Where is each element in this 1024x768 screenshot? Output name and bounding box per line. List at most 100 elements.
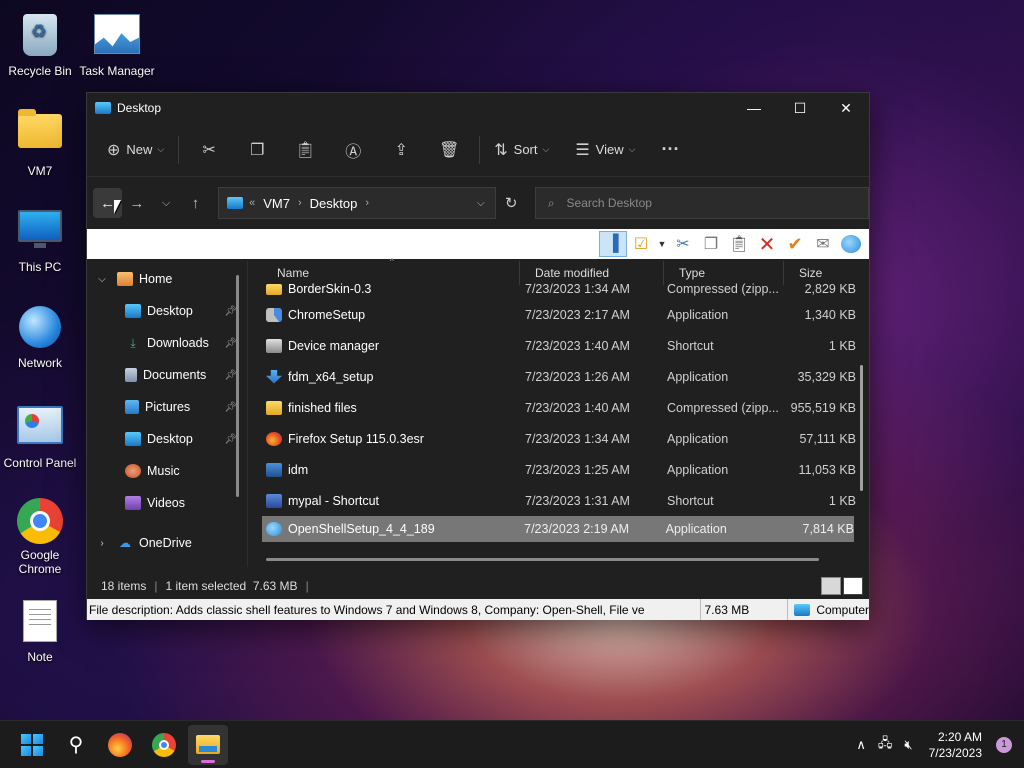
file-size-info: 7.63 MB (701, 599, 789, 620)
select-button[interactable]: ☑ (627, 231, 655, 257)
desktop-icon-control-panel[interactable]: Control Panel (0, 400, 80, 470)
details-view-button[interactable] (821, 577, 841, 595)
nav-item-label: Pictures (145, 400, 191, 414)
network-icon[interactable]: 🖧︎ (878, 734, 893, 756)
dropdown-button[interactable]: ▼ (655, 231, 669, 257)
nav-item-music[interactable]: Music (87, 455, 247, 487)
recent-locations-button[interactable]: ⌵ (152, 188, 181, 218)
desktop-folder-icon (125, 432, 141, 446)
new-button[interactable]: ⊕ New ⌵ (99, 133, 172, 167)
cut-button[interactable]: ✂ (185, 133, 233, 167)
copy-button[interactable]: ❐ (697, 231, 725, 257)
column-label: Size (799, 266, 823, 280)
file-size: 35,329 KB (797, 369, 856, 384)
nav-item-onedrive[interactable]: › ☁ OneDrive (87, 527, 247, 559)
view-button[interactable]: ☰ View ⌵ (567, 133, 643, 167)
copy-button[interactable]: ❐ (233, 133, 281, 167)
divider (178, 135, 180, 164)
paste-button[interactable]: 📋︎ (281, 133, 329, 167)
maximize-button[interactable]: ☐ (777, 93, 823, 123)
nav-item-documents[interactable]: Documents 📌︎ (87, 359, 247, 391)
status-divider: | (305, 579, 309, 593)
taskbar-chrome[interactable] (144, 725, 184, 765)
cut-button[interactable]: ✂ (669, 231, 697, 257)
nav-item-desktop[interactable]: Desktop 📌︎ (87, 295, 247, 327)
table-row[interactable]: fdm_x64_setup 7/23/2023 1:26 AM Applicat… (262, 361, 869, 392)
share-button[interactable]: ⇪ (377, 133, 425, 167)
notification-badge[interactable]: 1 (996, 736, 1012, 753)
desktop-icon-network[interactable]: Network (0, 302, 80, 370)
explorer-window: Desktop — ☐ ✕ ⊕ New ⌵ ✂ ❐ 📋︎ Ⓐ ⇪ 🗑︎ ⇅ So… (86, 92, 870, 620)
desktop-icon-task-manager[interactable]: Task Manager (77, 10, 157, 78)
column-header-name[interactable]: ^ Name (262, 257, 520, 285)
close-button[interactable]: ✕ (823, 93, 869, 123)
desktop-icon-recycle-bin[interactable]: Recycle Bin (0, 10, 80, 78)
chevron-down-icon[interactable]: ⌵ (477, 198, 485, 209)
nav-item-desktop-2[interactable]: Desktop 📌︎ (87, 423, 247, 455)
vertical-scrollbar[interactable] (860, 365, 863, 491)
new-label: New (126, 142, 153, 157)
minimize-button[interactable]: — (731, 93, 777, 123)
table-row[interactable]: finished files 7/23/2023 1:40 AM Compres… (262, 392, 869, 423)
chevron-down-icon: ⌵ (162, 196, 171, 209)
navpane-scrollbar[interactable] (236, 275, 239, 497)
address-bar[interactable]: « VM7 › Desktop › ⌵ (218, 187, 496, 219)
file-date: 7/23/2023 1:34 AM (525, 431, 630, 446)
table-row[interactable]: idm 7/23/2023 1:25 AM Application 11,053… (262, 454, 869, 485)
volume-muted-icon[interactable]: 🔇︎ (904, 737, 912, 753)
file-size: 11,053 KB (798, 462, 856, 477)
refresh-button[interactable]: ↻ (496, 187, 527, 219)
breadcrumb-vm7[interactable]: VM7 (263, 196, 290, 211)
up-button[interactable]: ↑ (181, 188, 210, 218)
clock[interactable]: 2:20 AM 7/23/2023 (929, 729, 982, 761)
forward-button[interactable]: → (122, 188, 151, 218)
chevron-right-icon[interactable]: › (95, 538, 109, 549)
delete-button[interactable]: 🗑︎ (425, 133, 473, 167)
preview-pane-button[interactable]: ▐ (599, 231, 627, 257)
taskbar-search-button[interactable]: ⚲ (56, 725, 96, 765)
nav-item-pictures[interactable]: Pictures 📌︎ (87, 391, 247, 423)
nav-item-videos[interactable]: Videos (87, 487, 247, 519)
rename-button[interactable]: Ⓐ (329, 133, 377, 167)
chevron-down-icon[interactable]: ⌵ (95, 274, 109, 285)
sort-ascending-icon: ^ (390, 257, 394, 266)
table-row[interactable]: mypal - Shortcut 7/23/2023 1:31 AM Short… (262, 485, 869, 516)
chevron-down-icon: ⌵ (628, 144, 636, 154)
sort-button[interactable]: ⇅ Sort ⌵ (486, 133, 557, 167)
email-button[interactable]: ✉ (809, 231, 837, 257)
delete-button[interactable]: ✕ (753, 231, 781, 257)
desktop-icon-note[interactable]: Note (0, 596, 80, 664)
copy-icon: ❐ (703, 236, 719, 253)
nav-item-home[interactable]: ⌵ Home (87, 263, 247, 295)
file-size: 955,519 KB (790, 400, 856, 415)
title-bar[interactable]: Desktop — ☐ ✕ (87, 93, 869, 123)
taskbar-file-explorer[interactable] (188, 724, 228, 765)
desktop-icon-google-chrome[interactable]: Google Chrome (0, 496, 80, 576)
download-manager-icon (266, 369, 282, 384)
paste-button[interactable]: 📋︎ (725, 231, 753, 257)
show-hidden-icons-button[interactable]: ∧ (856, 737, 866, 753)
chevron-right-icon[interactable]: › (365, 197, 369, 209)
checkmark-icon: ✔ (787, 233, 803, 254)
file-type: Compressed (zipp... (667, 400, 779, 415)
control-panel-icon (16, 406, 64, 454)
desktop-icon-this-pc[interactable]: This PC (0, 204, 80, 274)
open-shell-button[interactable] (837, 231, 865, 257)
table-row-selected[interactable]: OpenShellSetup_4_4_189 7/23/2023 2:19 AM… (262, 516, 854, 542)
desktop-icon-vm7[interactable]: VM7 (0, 106, 80, 178)
search-input[interactable]: ⌕ Search Desktop (534, 187, 869, 219)
table-row[interactable]: Firefox Setup 115.0.3esr 7/23/2023 1:34 … (262, 423, 869, 454)
file-type: Application (667, 462, 729, 477)
start-button[interactable] (12, 725, 52, 765)
properties-button[interactable]: ✔ (781, 231, 809, 257)
taskbar-firefox[interactable] (100, 725, 140, 765)
horizontal-scrollbar[interactable] (266, 558, 819, 561)
more-options-button[interactable]: ··· (653, 133, 687, 167)
large-icons-view-button[interactable] (843, 577, 863, 595)
nav-item-downloads[interactable]: ⤓ Downloads 📌︎ (87, 327, 247, 359)
firefox-icon (266, 431, 282, 446)
arrow-up-icon: ↑ (191, 194, 200, 212)
table-row[interactable]: Device manager 7/23/2023 1:40 AM Shortcu… (262, 330, 869, 361)
table-row[interactable]: ChromeSetup 7/23/2023 2:17 AM Applicatio… (262, 299, 869, 330)
breadcrumb-desktop[interactable]: Desktop (310, 196, 358, 211)
